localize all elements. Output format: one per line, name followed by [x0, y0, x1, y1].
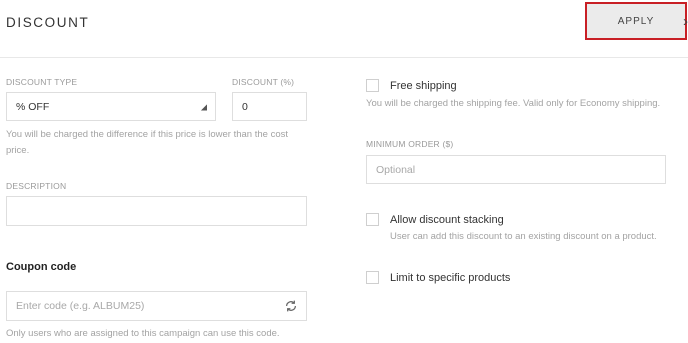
- discount-type-value: % OFF: [16, 100, 50, 113]
- free-shipping-label: Free shipping: [390, 80, 457, 92]
- difference-help-text: You will be charged the difference if th…: [6, 129, 288, 156]
- description-label: DESCRIPTION: [6, 181, 67, 191]
- page-title: DISCOUNT: [6, 15, 90, 30]
- minimum-order-placeholder: Optional: [376, 163, 416, 176]
- free-shipping-checkbox[interactable]: [366, 79, 379, 92]
- limit-products-checkbox[interactable]: [366, 271, 379, 284]
- minimum-order-label: MINIMUM ORDER ($): [366, 139, 454, 149]
- discount-percent-value: 0: [242, 100, 248, 113]
- chevron-right-icon[interactable]: ›: [683, 13, 688, 30]
- coupon-code-heading: Coupon code: [6, 261, 77, 273]
- caret-down-icon: ◢: [200, 102, 207, 111]
- coupon-code-placeholder: Enter code (e.g. ALBUM25): [16, 300, 145, 312]
- discount-percent-label: DISCOUNT (%): [232, 77, 295, 87]
- discount-panel: DISCOUNT APPLY › DISCOUNT TYPE % OFF ◢ D…: [0, 0, 688, 343]
- limit-products-label: Limit to specific products: [390, 272, 511, 284]
- discount-type-select[interactable]: % OFF ◢: [6, 92, 216, 121]
- header-divider: [0, 57, 688, 58]
- free-shipping-help-text: You will be charged the shipping fee. Va…: [366, 98, 661, 109]
- discount-percent-input[interactable]: 0: [232, 92, 307, 121]
- apply-button[interactable]: APPLY: [585, 2, 687, 40]
- allow-stacking-checkbox[interactable]: [366, 213, 379, 226]
- minimum-order-input[interactable]: Optional: [366, 155, 666, 184]
- description-input[interactable]: [6, 196, 307, 226]
- coupon-code-input[interactable]: Enter code (e.g. ALBUM25): [6, 291, 307, 321]
- allow-stacking-label: Allow discount stacking: [390, 214, 504, 226]
- allow-stacking-help-text: User can add this discount to an existin…: [390, 231, 657, 242]
- refresh-icon[interactable]: [284, 299, 298, 313]
- coupon-help-text: Only users who are assigned to this camp…: [6, 328, 280, 339]
- discount-type-label: DISCOUNT TYPE: [6, 77, 78, 87]
